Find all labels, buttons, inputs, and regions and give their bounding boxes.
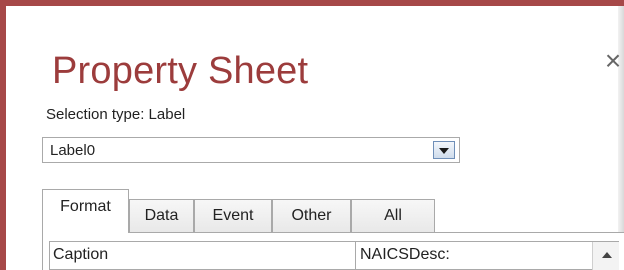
tab-panel: Caption NAICSDesc: — [42, 232, 624, 270]
close-icon: × — [604, 45, 622, 76]
panel-title: Property Sheet — [52, 50, 309, 92]
tab-strip: Format Data Event Other All — [42, 189, 462, 233]
selection-type-label: Selection type: Label — [46, 106, 186, 123]
property-value-caption[interactable]: NAICSDesc: — [356, 242, 592, 270]
close-button[interactable]: × — [602, 47, 624, 75]
property-sheet-window: Property Sheet × Selection type: Label L… — [0, 0, 624, 270]
object-selector-value: Label0 — [50, 142, 96, 159]
vertical-scrollbar[interactable] — [592, 242, 619, 270]
property-name-caption: Caption — [50, 242, 356, 270]
scroll-up-icon — [602, 252, 612, 258]
tab-other[interactable]: Other — [272, 199, 351, 233]
chevron-down-icon — [439, 148, 449, 154]
tab-all[interactable]: All — [351, 199, 435, 233]
property-grid: Caption NAICSDesc: — [49, 241, 619, 270]
scroll-up-button[interactable] — [597, 244, 616, 266]
tab-event[interactable]: Event — [194, 199, 272, 233]
object-selector-dropdown[interactable]: Label0 — [42, 137, 460, 163]
dropdown-button[interactable] — [433, 141, 455, 159]
tab-format[interactable]: Format — [42, 189, 129, 233]
tab-data[interactable]: Data — [129, 199, 194, 233]
